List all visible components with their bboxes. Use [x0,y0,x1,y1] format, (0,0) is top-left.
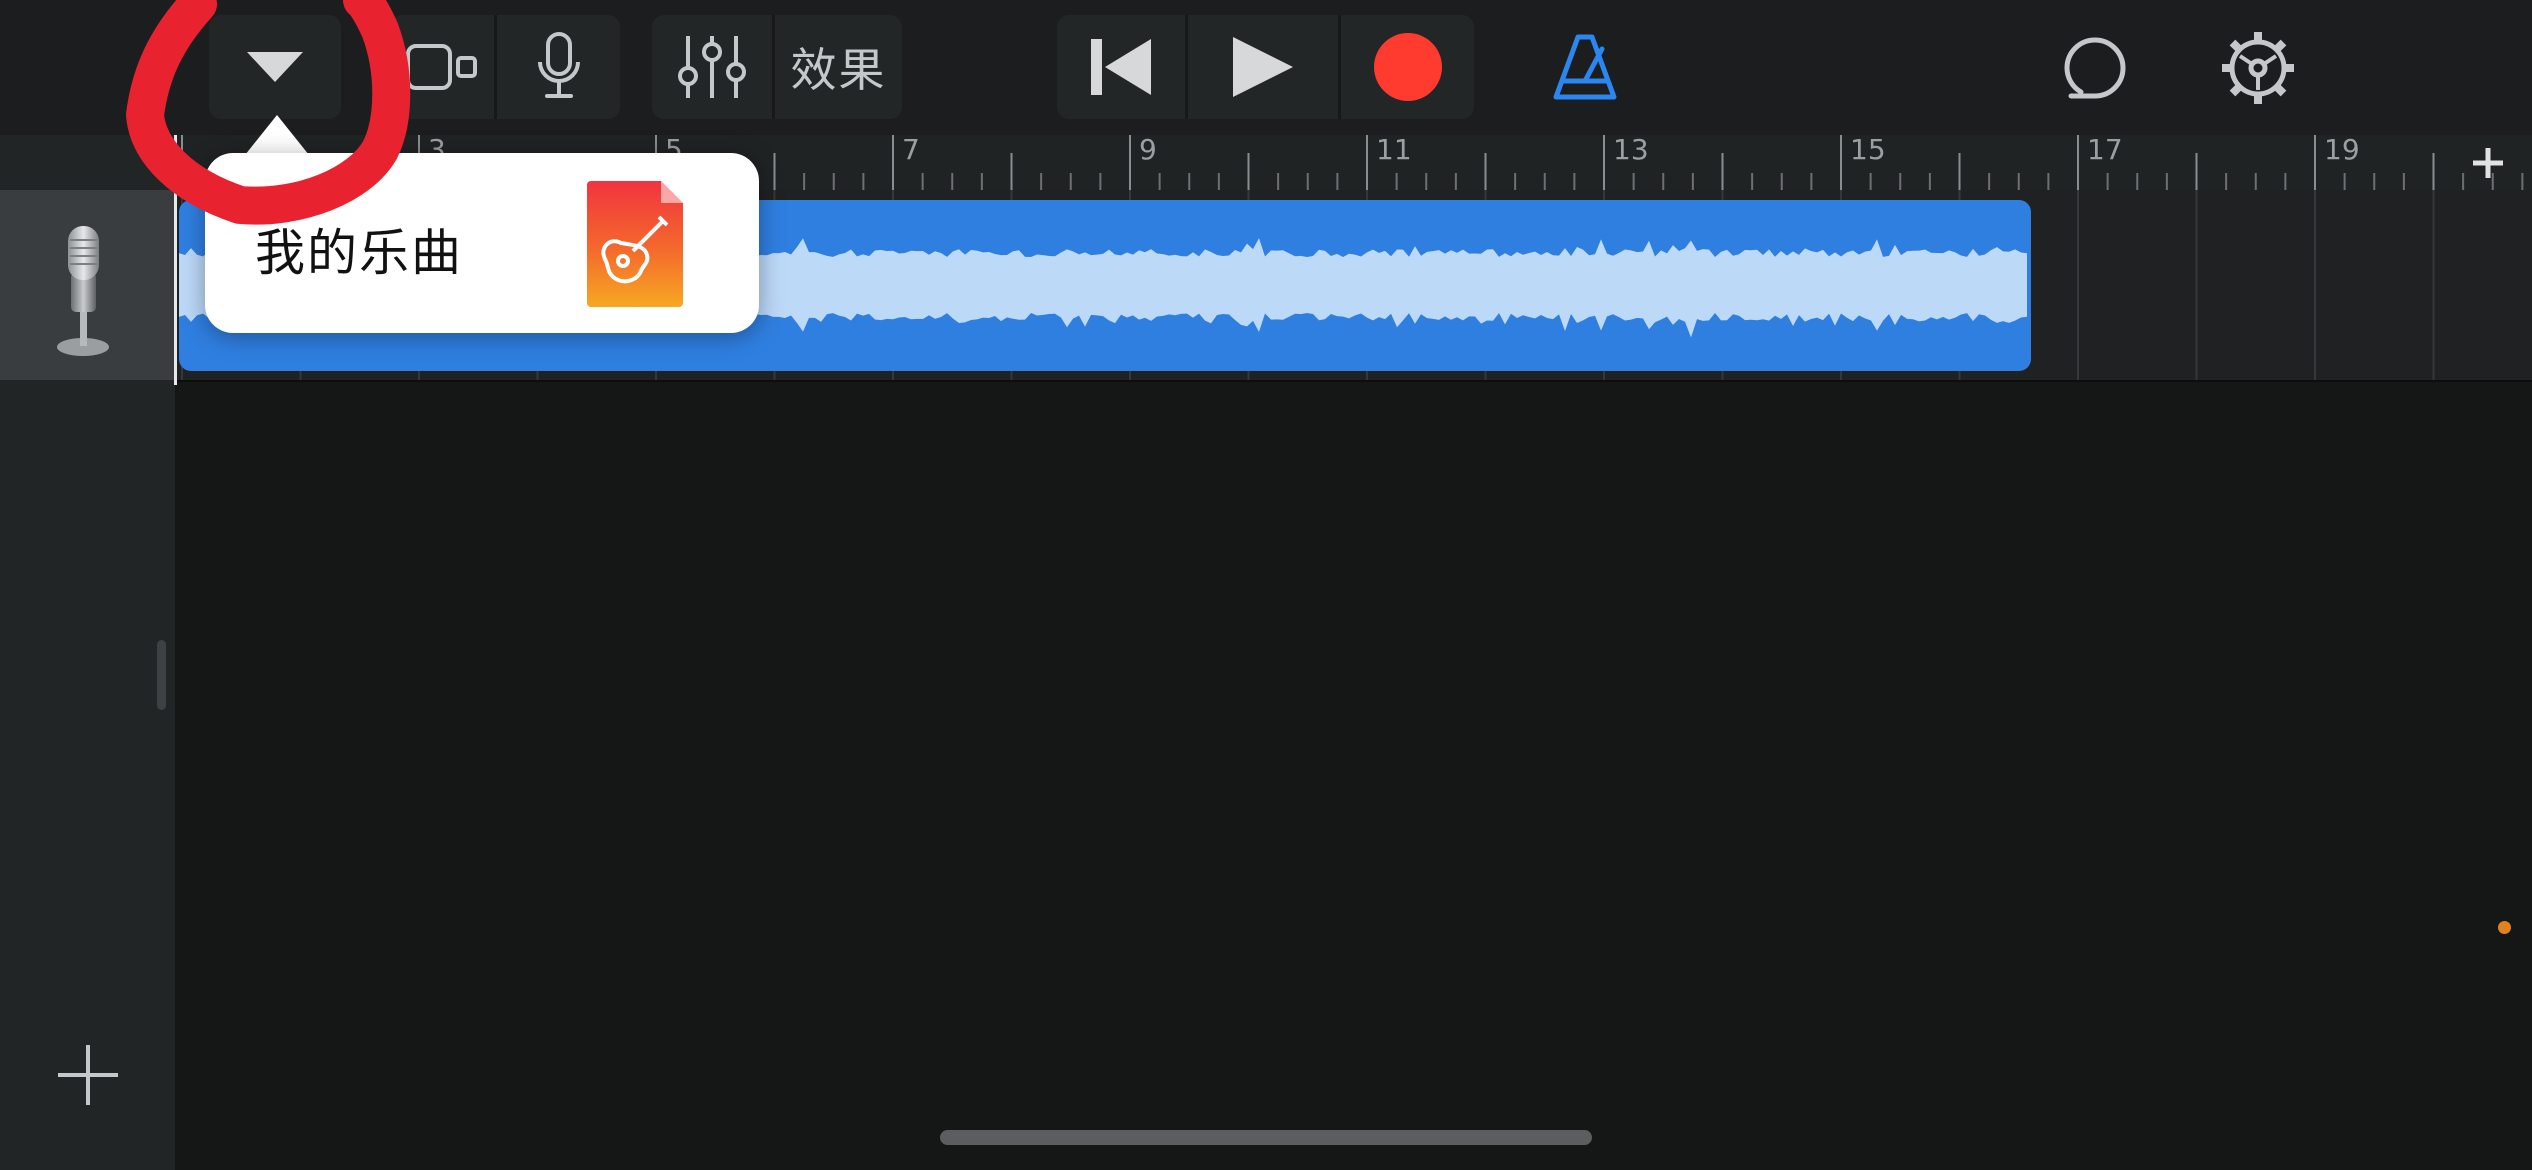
play-icon [1233,37,1293,97]
ruler-bar-number: 17 [2087,135,2123,166]
ruler-bar-number: 7 [902,135,920,166]
ruler-bar-number: 19 [2324,135,2360,166]
control-bar: 效果 [0,0,2532,135]
track-view-button[interactable] [390,15,494,119]
playhead[interactable] [174,135,177,385]
mixer-button[interactable] [652,15,772,119]
ruler-bar-number: 11 [1376,135,1412,166]
smart-controls-button[interactable] [497,15,620,119]
effects-label: 效果 [790,43,887,97]
metronome-icon [1553,34,1617,100]
ruler-bar-number: 9 [1139,135,1157,166]
ruler-bar-number: 15 [1850,135,1886,166]
transport-group [1057,15,1474,119]
add-section-button[interactable] [2458,133,2518,193]
effects-button[interactable]: 效果 [775,15,902,119]
settings-button[interactable] [2216,26,2300,110]
loop-browser-button[interactable] [2055,28,2135,108]
garageband-app-icon[interactable] [587,181,683,307]
gear-icon [2222,32,2294,104]
chevron-down-icon [247,52,303,82]
track-view-icon [406,44,477,90]
record-icon [1373,33,1442,101]
header-resize-handle[interactable] [157,640,166,710]
add-track-button[interactable] [48,1035,128,1115]
mixer-sliders-icon [678,36,746,98]
tracks-area[interactable] [175,190,2532,1170]
metronome-button[interactable] [1545,28,1625,108]
track-header[interactable] [0,190,175,380]
microphone-icon [57,226,109,356]
ruler-bar-number: 13 [1613,135,1649,166]
record-button[interactable] [1341,15,1474,119]
plus-icon [58,1045,118,1105]
mix-group: 效果 [652,15,902,119]
microphone-icon [537,32,580,98]
my-songs-button[interactable] [209,15,341,119]
my-songs-label[interactable]: 我的乐曲 [255,213,463,285]
my-songs-popover[interactable]: 我的乐曲 [205,153,759,333]
plus-icon [2473,148,2503,178]
skip-back-icon [1091,39,1151,95]
play-button[interactable] [1188,15,1338,119]
view-group [390,15,620,119]
rewind-button[interactable] [1057,15,1185,119]
popover-arrow [245,115,309,155]
loop-icon [2064,37,2126,99]
status-indicator-dot [2498,921,2511,934]
home-indicator[interactable] [940,1130,1592,1145]
